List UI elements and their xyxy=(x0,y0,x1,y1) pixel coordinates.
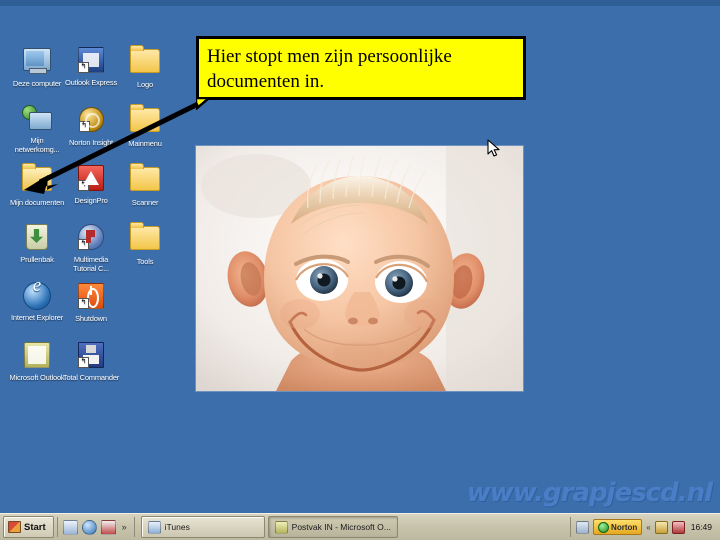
callout-text: Hier stopt men zijn persoonlijke documen… xyxy=(207,46,452,92)
icon-label: Mijn netwerkomg... xyxy=(14,136,60,154)
network-icon[interactable] xyxy=(654,520,668,534)
windows-flag-icon xyxy=(8,521,21,533)
quick-launch-bar: » xyxy=(56,517,135,537)
mouse-cursor-icon xyxy=(487,139,500,157)
show-desktop-icon[interactable] xyxy=(62,519,78,535)
desktop-icon-logo[interactable]: Logo xyxy=(116,44,174,90)
folder-icon xyxy=(130,163,160,197)
folder-icon xyxy=(130,45,160,79)
baby-photo-image xyxy=(196,146,523,391)
shutdown-icon: ↰ xyxy=(76,283,106,313)
microsoft-outlook-icon xyxy=(22,342,52,372)
desktop-icon-scanner[interactable]: Scanner xyxy=(116,162,174,208)
system-tray: Norton « 16:49 xyxy=(570,517,717,537)
desktop-icon-mijn-netwerkomgeving[interactable]: Mijn netwerkomg... xyxy=(8,103,66,154)
desktop-icon-multimedia-tutorial[interactable]: ↰ Multimedia Tutorial C... xyxy=(62,221,120,273)
taskbar-clock[interactable]: 16:49 xyxy=(691,522,712,532)
desktop-icon-designpro[interactable]: ↰ DesignPro xyxy=(62,162,120,206)
icon-label: Internet Explorer xyxy=(10,313,64,322)
chevron-left-icon[interactable]: « xyxy=(646,523,650,532)
desktop-icon-mijn-documenten[interactable]: Mijn documenten xyxy=(8,162,66,208)
norton-icon: ↰ xyxy=(76,107,106,137)
desktop-icon-mainmenu[interactable]: Mainmenu xyxy=(116,103,174,149)
my-documents-folder-icon xyxy=(22,163,52,197)
desktop-screen: Deze computer ↰ Outlook Express Logo Mij… xyxy=(0,0,720,540)
desktop-icon-total-commander[interactable]: ↰ Total Commander xyxy=(62,339,120,383)
internet-explorer-icon[interactable] xyxy=(81,519,97,535)
total-commander-icon: ↰ xyxy=(76,342,106,372)
save-icon[interactable] xyxy=(100,519,116,535)
desktop-icon-outlook-express[interactable]: ↰ Outlook Express xyxy=(62,44,120,88)
icon-label: Outlook Express xyxy=(64,78,118,87)
desktop-icon-norton-insight[interactable]: ↰ Norton Insight xyxy=(62,103,120,148)
display-icon[interactable] xyxy=(576,520,590,534)
icon-label: Logo xyxy=(137,80,153,89)
outlook-express-icon: ↰ xyxy=(76,47,106,77)
callout-tail xyxy=(196,98,211,110)
desktop-icon-microsoft-outlook[interactable]: Microsoft Outlook xyxy=(8,339,66,383)
site-watermark: www.grapjescd.nl xyxy=(466,478,713,508)
icon-label: Multimedia Tutorial C... xyxy=(73,255,109,273)
icon-label: Microsoft Outlook xyxy=(9,373,65,382)
icon-label: Total Commander xyxy=(62,373,120,382)
designpro-icon: ↰ xyxy=(76,165,106,195)
desktop-icon-tools[interactable]: Tools xyxy=(116,221,174,267)
desktop-icon-prullenbak[interactable]: Prullenbak xyxy=(8,221,66,265)
baby-photo xyxy=(196,146,523,391)
outlook-icon xyxy=(274,520,288,534)
icon-label: Deze computer xyxy=(12,79,62,88)
multimedia-tutorial-icon: ↰ xyxy=(76,224,106,254)
icon-label: Prullenbak xyxy=(20,255,54,264)
folder-icon xyxy=(130,222,160,256)
folder-icon xyxy=(130,104,160,138)
desktop-icon-shutdown[interactable]: ↰ Shutdown xyxy=(62,280,120,324)
taskbar: Start » iTunes Postvak IN - Microsoft O.… xyxy=(0,513,720,540)
volume-icon[interactable] xyxy=(671,520,685,534)
taskbar-item-label: iTunes xyxy=(164,522,190,532)
icon-label: Mijn documenten xyxy=(9,198,65,207)
icon-label: Scanner xyxy=(131,198,159,207)
taskbar-item-itunes[interactable]: iTunes xyxy=(140,516,265,538)
check-icon xyxy=(598,521,610,533)
icon-label: Shutdown xyxy=(75,314,107,323)
norton-status-badge[interactable]: Norton xyxy=(593,519,643,535)
norton-label: Norton xyxy=(611,522,638,532)
recycle-bin-icon xyxy=(22,224,52,254)
desktop-icon-deze-computer[interactable]: Deze computer xyxy=(8,44,66,89)
my-computer-icon xyxy=(22,48,52,78)
desktop-icon-internet-explorer[interactable]: Internet Explorer xyxy=(8,280,66,323)
icon-label: Norton Insight xyxy=(69,138,113,147)
internet-explorer-icon xyxy=(22,282,52,312)
taskbar-item-label: Postvak IN - Microsoft O... xyxy=(291,522,391,532)
itunes-icon xyxy=(147,520,161,534)
start-button-label: Start xyxy=(24,521,46,533)
my-network-places-icon xyxy=(22,105,52,135)
icon-label: DesignPro xyxy=(74,196,108,205)
taskbar-item-outlook[interactable]: Postvak IN - Microsoft O... xyxy=(267,516,398,538)
more-icon[interactable]: » xyxy=(120,521,129,534)
callout-box: Hier stopt men zijn persoonlijke documen… xyxy=(196,36,526,100)
icon-label: Tools xyxy=(136,257,154,266)
start-button[interactable]: Start xyxy=(3,516,54,538)
icon-label: Mainmenu xyxy=(128,139,162,148)
task-button-list: iTunes Postvak IN - Microsoft O... xyxy=(140,516,570,538)
